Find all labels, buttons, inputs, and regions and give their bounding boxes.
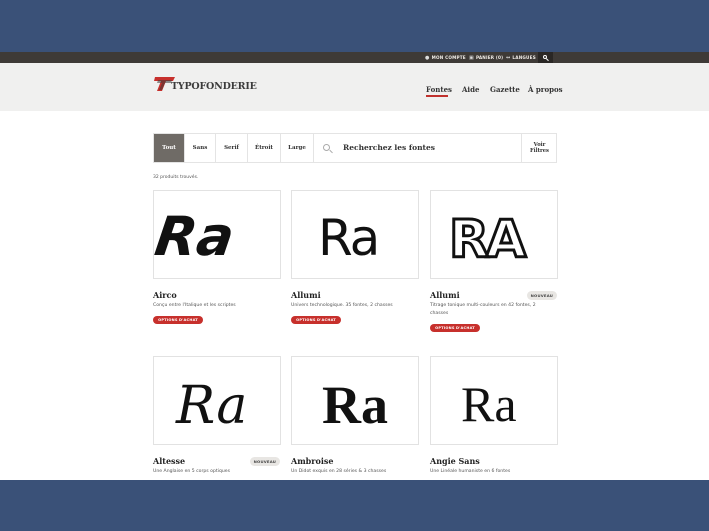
font-sample-image[interactable]: Ra bbox=[291, 190, 419, 279]
tab-sans[interactable]: Sans bbox=[185, 134, 216, 162]
nav-aide[interactable]: Aide bbox=[462, 85, 479, 94]
buy-options-button[interactable]: OPTIONS D'ACHAT bbox=[430, 324, 480, 332]
logo[interactable]: TYPOFONDERIE bbox=[153, 75, 257, 97]
product-name[interactable]: Altesse bbox=[153, 456, 185, 466]
tab-large[interactable]: Large bbox=[281, 134, 314, 162]
search-input[interactable]: Recherchez les fontes bbox=[343, 134, 435, 162]
product-name[interactable]: Allumi bbox=[430, 290, 460, 300]
product-description: Une Linéale humaniste en 6 fontes bbox=[430, 469, 511, 474]
font-sample-text: Ra bbox=[154, 205, 238, 268]
buy-options-button[interactable]: OPTIONS D'ACHAT bbox=[153, 316, 203, 324]
nav-fontes[interactable]: Fontes bbox=[426, 85, 452, 94]
product-name[interactable]: Ambroise bbox=[291, 456, 333, 466]
font-sample-text: Ra bbox=[318, 209, 378, 267]
font-sample-image[interactable]: Ra bbox=[430, 356, 558, 445]
nav-active-indicator bbox=[426, 95, 448, 97]
product-name[interactable]: Allumi bbox=[291, 290, 321, 300]
cart-link[interactable]: ▣ PANIER (0) bbox=[469, 52, 503, 63]
nav-a-propos[interactable]: À propos bbox=[528, 85, 563, 94]
search-icon[interactable] bbox=[538, 52, 553, 63]
user-icon: ● bbox=[425, 55, 430, 61]
arrows-icon: ↔ bbox=[506, 55, 511, 61]
font-sample-text: Ra bbox=[461, 376, 517, 432]
product-name[interactable]: Angie Sans bbox=[430, 456, 480, 466]
filters-button[interactable]: Voir Filtres bbox=[521, 134, 557, 162]
languages-link[interactable]: ↔ LANGUES bbox=[506, 52, 536, 63]
font-sample-text: RA bbox=[449, 210, 526, 270]
results-count: 32 produits trouvés. bbox=[153, 175, 199, 180]
product-description: Univers technologique. 35 fontes, 2 chas… bbox=[291, 303, 393, 308]
product-description: Titrage tonique multi-couleurs en 42 fon… bbox=[430, 303, 536, 316]
account-link[interactable]: ● MON COMPTE bbox=[425, 52, 466, 63]
font-sample-image[interactable]: Ra bbox=[153, 190, 281, 279]
new-badge: NOUVEAU bbox=[249, 457, 280, 466]
tab-tout[interactable]: Tout bbox=[154, 134, 185, 162]
tab-etroit[interactable]: Étroit bbox=[248, 134, 281, 162]
product-description: Une Anglaise en 5 corps optiques bbox=[153, 469, 231, 474]
new-badge: NOUVEAU bbox=[526, 291, 557, 300]
product-description: Conçu entre l'Italique et les scriptes bbox=[153, 303, 236, 308]
font-sample-image[interactable]: Ra bbox=[153, 356, 281, 445]
site-header: TYPOFONDERIE Fontes Aide Gazette À propo… bbox=[0, 63, 709, 111]
product-description: Un Didot exquis en 28 séries & 3 chasses bbox=[291, 469, 387, 474]
font-sample-image[interactable]: RA bbox=[430, 190, 558, 279]
font-sample-text: Ra bbox=[175, 376, 247, 436]
utility-bar: ● MON COMPTE ▣ PANIER (0) ↔ LANGUES bbox=[0, 52, 709, 63]
cart-icon: ▣ bbox=[469, 55, 474, 61]
font-sample-text: Ra bbox=[322, 375, 388, 435]
browser-viewport: ● MON COMPTE ▣ PANIER (0) ↔ LANGUES TYPOFON… bbox=[0, 52, 709, 480]
filter-bar: Tout Sans Serif Étroit Large Recherchez … bbox=[153, 133, 557, 163]
font-sample-image[interactable]: Ra bbox=[291, 356, 419, 445]
nav-gazette[interactable]: Gazette bbox=[490, 85, 520, 94]
logo-text: TYPOFONDERIE bbox=[171, 81, 257, 92]
product-name[interactable]: Airco bbox=[153, 290, 177, 300]
buy-options-button[interactable]: OPTIONS D'ACHAT bbox=[291, 316, 341, 324]
tab-serif[interactable]: Serif bbox=[216, 134, 248, 162]
